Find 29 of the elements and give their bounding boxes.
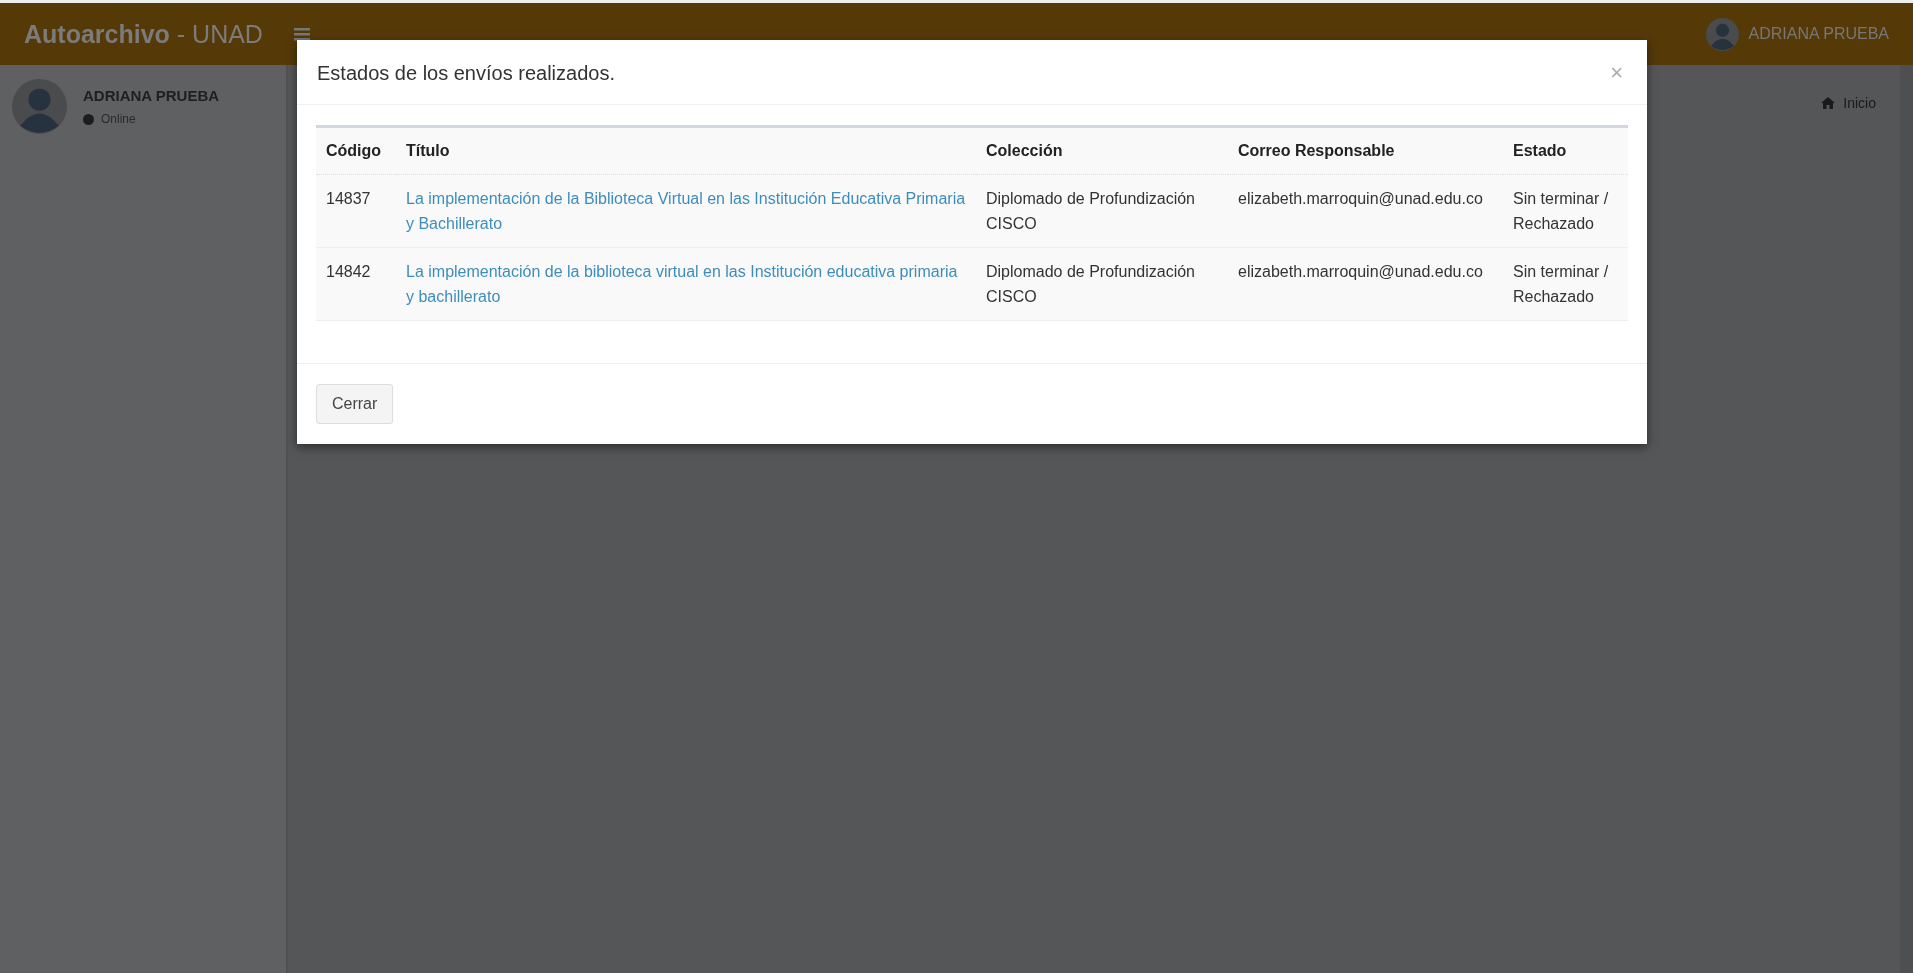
- title-link[interactable]: La implementación de la Biblioteca Virtual en las Institución Educativa Primaria y Bachillerato: [406, 186, 966, 236]
- table-cell: elizabeth.marroquin@unad.edu.co: [1228, 174, 1503, 248]
- table-cell: Diplomado de Profundización CISCO: [976, 174, 1228, 248]
- column-header: Título: [396, 126, 976, 175]
- title-link[interactable]: La implementación de la biblioteca virtual en las Institución educativa primaria y bachillerato: [406, 259, 966, 309]
- table-cell: Diplomado de Profundización CISCO: [976, 247, 1228, 321]
- table-cell: 14837: [316, 174, 396, 248]
- user-name: ADRIANA PRUEBA: [83, 87, 220, 104]
- scrollbar[interactable]: [1900, 65, 1913, 973]
- close-button[interactable]: Cerrar: [316, 384, 394, 424]
- app-logo[interactable]: Autoarchivo - UNAD: [24, 19, 294, 49]
- user-name[interactable]: ADRIANA PRUEBA: [1748, 25, 1889, 43]
- avatar-icon: [12, 79, 67, 134]
- column-header: Estado: [1503, 126, 1628, 175]
- table-cell: Sin terminar / Rechazado: [1503, 174, 1628, 248]
- table-cell: Sin terminar / Rechazado: [1503, 247, 1628, 321]
- home-icon: [1821, 97, 1836, 109]
- table-cell: elizabeth.marroquin@unad.edu.co: [1228, 247, 1503, 321]
- breadcrumb-link[interactable]: Inicio: [1821, 95, 1876, 111]
- status-text: Online: [101, 112, 136, 126]
- column-header: Correo Responsable: [1228, 126, 1503, 175]
- modal-title: Estados de los envíos realizados.: [317, 61, 615, 85]
- column-header: Colección: [976, 126, 1228, 175]
- table-cell: 14842: [316, 247, 396, 321]
- close-button[interactable]: ×: [1606, 60, 1627, 86]
- avatar-icon: [1705, 17, 1739, 51]
- menu-icon[interactable]: [294, 27, 310, 41]
- column-header: Código: [316, 126, 396, 175]
- status-dot: [83, 113, 94, 125]
